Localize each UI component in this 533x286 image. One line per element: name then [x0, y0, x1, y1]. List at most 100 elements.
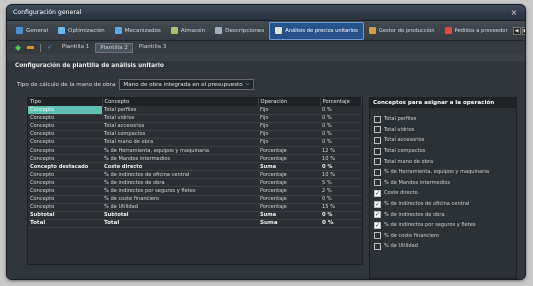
add-icon[interactable]: ◆ [15, 43, 21, 52]
table-row[interactable]: Concepto destacado Coste directo Suma 0 % [28, 162, 362, 172]
col-header-concept[interactable]: Concepto [102, 98, 259, 106]
concept-checkbox-item[interactable]: ✓% de indirectos de obra [374, 209, 512, 220]
table-row[interactable]: Concepto Total accesorios Fijo 0 % [28, 122, 362, 131]
concept-checkbox-item[interactable]: Total mano de obra [374, 156, 512, 167]
checkbox-unchecked-icon[interactable] [374, 179, 381, 187]
concept-checkbox-item[interactable]: Total accesorios [374, 135, 512, 146]
concept-checkbox-item[interactable]: Total perfiles [374, 114, 512, 125]
cell-operation: Porcentaje [258, 178, 320, 188]
concepts-table: Tipo Concepto Operación Porcentaje Conce… [27, 97, 363, 265]
cell-type: Concepto [28, 138, 102, 147]
concept-checkbox-item[interactable]: % de Mandos intermedios [374, 178, 512, 189]
cell-percentage: 15 % [320, 203, 362, 212]
checkbox-unchecked-icon[interactable] [374, 232, 381, 240]
table-header-row: Tipo Concepto Operación Porcentaje [28, 98, 362, 106]
table-row[interactable]: Concepto% de Mandos intermedios Porcentaj… [28, 154, 362, 164]
checkbox-unchecked-icon[interactable] [374, 136, 381, 144]
price-analysis-icon [275, 27, 283, 34]
tab-label: Gestor de producción [378, 27, 435, 34]
scroll-left-icon[interactable]: ◀ [512, 26, 521, 35]
cell-concept: Total accesorios [102, 122, 258, 131]
tab-warehouse[interactable]: Almacén [166, 22, 210, 40]
descriptions-icon [215, 27, 223, 34]
cell-percentage: 0 % [320, 114, 362, 123]
table-row[interactable]: Concepto Total mano de obra Fijo 0 % [28, 138, 362, 147]
cell-operation: Fijo [258, 122, 320, 131]
col-header-type[interactable]: Tipo [28, 98, 103, 106]
table-row[interactable]: Total Total Suma 0 % [28, 219, 362, 228]
cell-type: Concepto [28, 195, 102, 204]
concept-checkbox-item[interactable]: ✓% de indirectos de oficina central [374, 199, 512, 210]
tab-label: Análisis de precios unitarios [285, 27, 358, 34]
cell-percentage: 0 % [320, 195, 362, 204]
close-icon[interactable]: × [509, 8, 519, 17]
table-row[interactable]: Concepto% de indirectos de oficina centr… [28, 170, 362, 180]
table-row[interactable]: Concepto Total perfiles Fijo 0 % [28, 106, 362, 115]
concept-checkbox-item[interactable]: % de Herramienta, equipos y maquinaria [374, 167, 512, 178]
table-row[interactable]: Concepto% de indirectos de obra Porcentaj… [28, 178, 362, 188]
tab-label: General [26, 27, 49, 34]
concept-checkbox-item[interactable]: ✓ Coste directo [374, 188, 512, 199]
tab-label: Mecanizados [124, 27, 161, 34]
drill-icon [114, 27, 122, 34]
calc-type-value: Mano de obra integrada en el presupuesto [123, 81, 243, 88]
table-row[interactable]: Concepto% de indirectos por seguros y fl… [28, 186, 362, 196]
table-row[interactable]: Concepto% de Utilidad Porcentaje 15 % [28, 203, 362, 212]
tab-plantilla-3[interactable]: Plantilla 3 [135, 43, 171, 53]
table-row[interactable]: Concepto% de coste financiero Porcentaje 0… [28, 195, 362, 204]
tab-price-analysis[interactable]: Análisis de precios unitarios [269, 21, 364, 40]
concept-checkbox-item[interactable]: ✓% de indirectos por seguros y fletes [374, 220, 512, 231]
table-row[interactable]: Subtotal Subtotal Suma 0 % [28, 211, 362, 220]
tab-plantilla-2[interactable]: Plantilla 2 [95, 42, 133, 53]
calc-type-select[interactable]: Mano de obra integrada en el presupuesto… [119, 79, 254, 90]
cell-type: Concepto [28, 186, 102, 196]
checkbox-checked-icon[interactable]: ✓ [374, 189, 381, 197]
concept-checkbox-item[interactable]: Total vidrios [374, 125, 512, 136]
checkbox-unchecked-icon[interactable] [374, 242, 381, 250]
checkbox-unchecked-icon[interactable] [374, 126, 381, 134]
concept-checkbox-item[interactable]: % de coste financiero [374, 231, 512, 242]
cell-type: Total [28, 219, 102, 228]
table-row[interactable]: Concepto Total vidrios Fijo 0 % [28, 114, 362, 123]
checkbox-unchecked-icon[interactable] [374, 158, 381, 166]
cell-percentage: 12 % [320, 146, 362, 156]
table-row[interactable]: Concepto Total compactos Fijo 0 % [28, 130, 362, 139]
tab-descriptions[interactable]: Descripciones [210, 22, 269, 40]
cell-percentage: 2 % [320, 186, 362, 196]
checkbox-label: Total compactos [384, 148, 426, 155]
cell-type: Concepto [28, 146, 102, 156]
supplier-orders-icon [444, 27, 452, 34]
scroll-right-icon[interactable]: ▶ [521, 26, 525, 35]
checkbox-checked-icon[interactable]: ✓ [374, 221, 381, 229]
remove-icon[interactable] [27, 46, 35, 49]
chevron-down-icon: ⌵ [245, 81, 250, 87]
cell-operation: Suma [258, 219, 320, 228]
tab-production[interactable]: Gestor de producción [364, 22, 440, 40]
cell-percentage: 5 % [320, 178, 362, 188]
tab-supplier-orders[interactable]: Pedidos a proveedor [440, 22, 513, 40]
cell-operation: Porcentaje [258, 203, 320, 212]
tab-drill[interactable]: Mecanizados [110, 22, 166, 40]
checkbox-unchecked-icon[interactable] [374, 147, 381, 155]
col-header-operation[interactable]: Operación [258, 98, 321, 106]
template-tab-list: Plantilla 1 Plantilla 2 Plantilla 3 [58, 42, 171, 53]
cell-operation: Porcentaje [258, 186, 320, 196]
table-row[interactable]: Concepto% de Herramienta, equipos y maqu… [28, 146, 362, 156]
calc-type-row: Tipo de cálculo de la mano de obra Mano … [17, 79, 254, 90]
cell-percentage: 0 % [320, 219, 362, 228]
checkbox-unchecked-icon[interactable] [374, 168, 381, 176]
concept-checkbox-item[interactable]: Total compactos [374, 146, 512, 157]
tab-optimization[interactable]: Optimización [53, 22, 110, 40]
tab-general[interactable]: General [11, 22, 53, 40]
check-icon: ✓ [47, 44, 52, 51]
cell-percentage: 0 % [320, 106, 362, 115]
checkbox-checked-icon[interactable]: ✓ [374, 200, 381, 208]
checkbox-label: Total accesorios [384, 137, 425, 144]
checkbox-checked-icon[interactable]: ✓ [374, 211, 381, 219]
tab-plantilla-1[interactable]: Plantilla 1 [58, 43, 94, 53]
cell-type: Concepto [28, 170, 102, 180]
checkbox-label: Total vidrios [384, 126, 415, 133]
concept-checkbox-item[interactable]: % de Utilidad [374, 241, 512, 252]
col-header-percentage[interactable]: Porcentaje [320, 98, 362, 106]
checkbox-unchecked-icon[interactable] [374, 115, 381, 123]
